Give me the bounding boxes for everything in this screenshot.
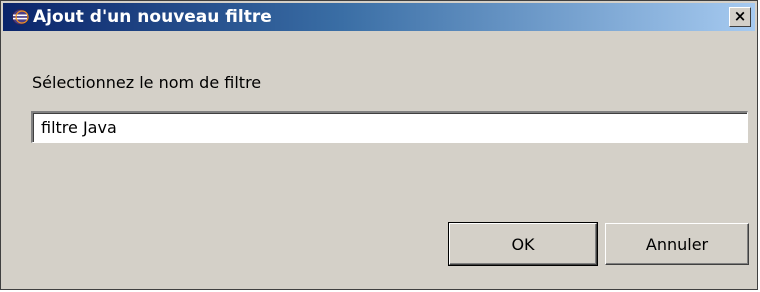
close-icon: × bbox=[733, 7, 747, 25]
eclipse-icon bbox=[12, 9, 29, 25]
filter-name-input[interactable] bbox=[31, 111, 748, 143]
title-bar[interactable]: Ajout d'un nouveau filtre × bbox=[3, 3, 755, 31]
filter-name-label: Sélectionnez le nom de filtre bbox=[32, 73, 262, 92]
add-filter-dialog: Ajout d'un nouveau filtre × Sélectionnez… bbox=[0, 0, 758, 290]
cancel-button[interactable]: Annuler bbox=[605, 223, 749, 265]
dialog-title: Ajout d'un nouveau filtre bbox=[33, 7, 272, 27]
ok-button[interactable]: OK bbox=[448, 222, 598, 266]
close-button[interactable]: × bbox=[729, 7, 751, 27]
